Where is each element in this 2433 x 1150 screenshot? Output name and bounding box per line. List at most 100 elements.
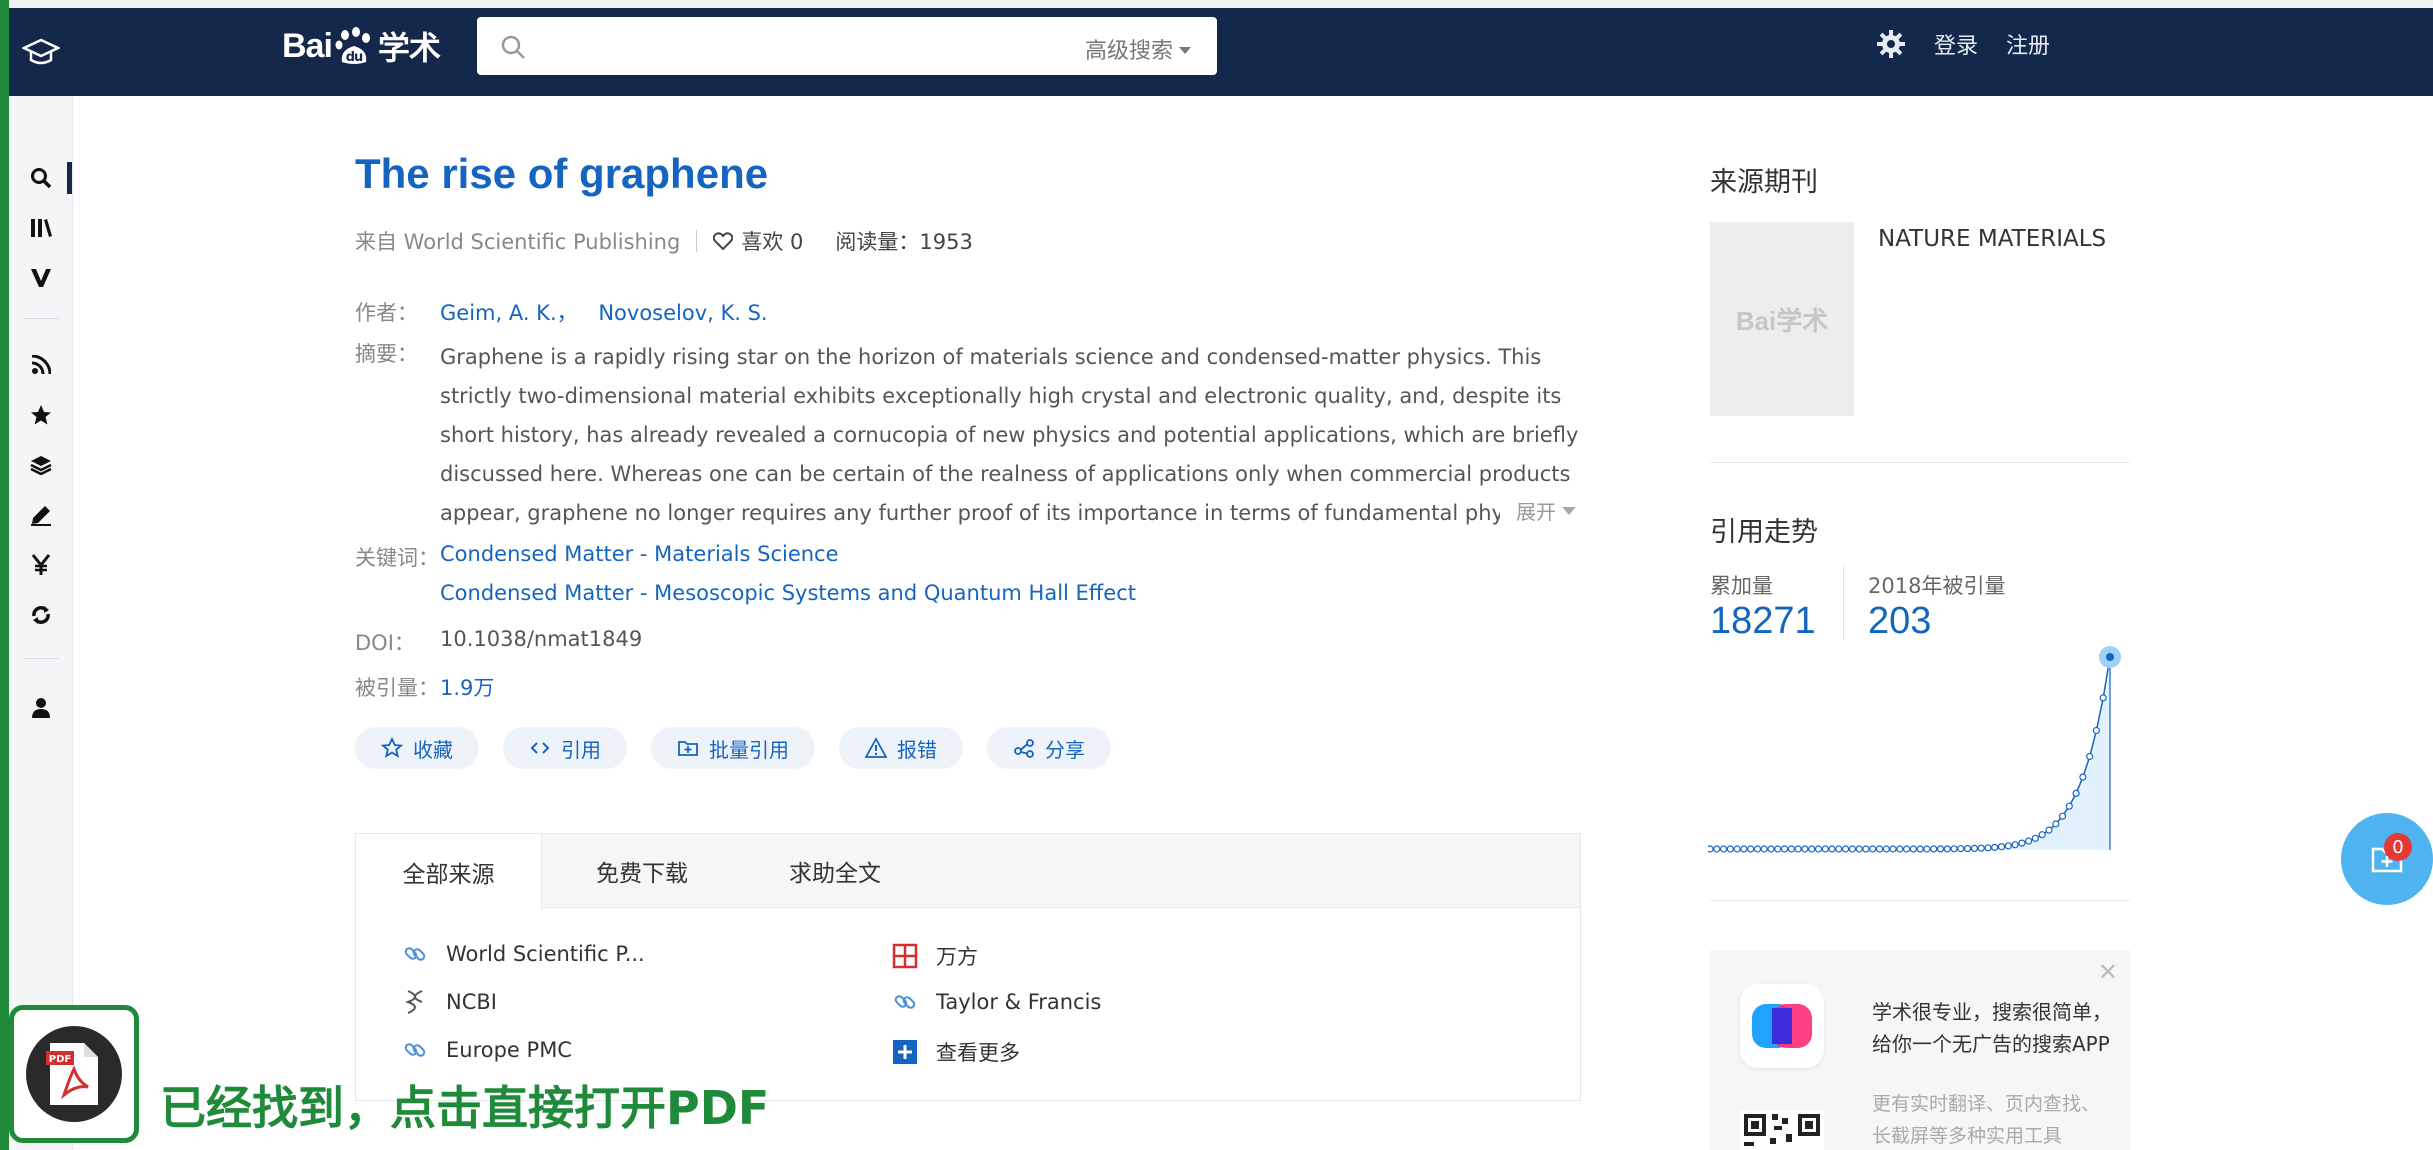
- gear-icon[interactable]: [1876, 29, 1906, 59]
- sources-tabs: 全部来源 免费下载 求助全文: [356, 834, 1580, 910]
- register-link[interactable]: 注册: [2006, 28, 2050, 60]
- advanced-search-label: 高级搜索: [1084, 39, 1173, 64]
- trend-point: [1862, 845, 1870, 853]
- trend-point: [2045, 826, 2053, 834]
- view-more-label: 查看更多: [936, 1041, 1020, 1065]
- svg-text:PDF: PDF: [49, 1054, 71, 1065]
- doi-value: 10.1038/nmat1849: [440, 627, 643, 651]
- search-input[interactable]: 高级搜索: [477, 17, 1217, 75]
- author-link[interactable]: Novoselov, K. S.: [598, 301, 767, 325]
- link-icon: [894, 995, 916, 1009]
- app-promo-card[interactable]: ✕ 学术很专业，搜索很简单， 给你一个无广告的搜索APP 更有实时翻译、页内查找…: [1710, 950, 2130, 1150]
- v-icon[interactable]: [9, 258, 73, 298]
- source-link-world-scientific[interactable]: World Scientific P...: [402, 941, 645, 967]
- year-cited-label: 2018年被引量: [1868, 574, 2006, 598]
- section-divider: [1710, 900, 2130, 901]
- trend-point: [1848, 845, 1856, 853]
- trend-point: [1991, 843, 1999, 851]
- cite-button[interactable]: 引用: [503, 727, 627, 769]
- trend-point: [2079, 773, 2087, 781]
- yuan-icon[interactable]: [9, 545, 73, 585]
- source-label: NCBI: [446, 990, 497, 1014]
- trend-point: [1964, 845, 1972, 853]
- expand-label: 展开: [1516, 500, 1556, 524]
- author-link[interactable]: Geim, A. K.，: [440, 301, 578, 325]
- trend-point: [2018, 839, 2026, 847]
- tab-free-download[interactable]: 免费下载: [542, 834, 742, 908]
- trend-point: [1713, 845, 1721, 853]
- pdf-icon: PDF: [46, 1043, 98, 1105]
- trend-point: [1882, 845, 1890, 853]
- user-icon[interactable]: [9, 688, 73, 728]
- trend-point: [1780, 845, 1789, 853]
- trend-point: [1916, 845, 1924, 853]
- cumulative-value: 18271: [1710, 600, 1816, 642]
- trend-point: [1977, 844, 1985, 852]
- share-button[interactable]: 分享: [987, 727, 1111, 769]
- left-rail: [9, 8, 73, 1150]
- tab-all-sources[interactable]: 全部来源: [356, 834, 542, 910]
- paper-title[interactable]: The rise of graphene: [355, 150, 768, 198]
- open-pdf-button[interactable]: PDF: [9, 1005, 139, 1143]
- login-link[interactable]: 登录: [1934, 28, 1978, 60]
- trend-point: [1957, 845, 1965, 853]
- star-icon[interactable]: [9, 395, 73, 435]
- trend-point: [1984, 844, 1992, 852]
- graduation-cap-icon: [22, 38, 60, 65]
- trend-point: [2004, 842, 2012, 850]
- journal-name-link[interactable]: NATURE MATERIALS: [1878, 226, 2106, 252]
- rss-icon[interactable]: [9, 345, 73, 385]
- rail-home-button[interactable]: [9, 8, 73, 96]
- trend-point: [1753, 845, 1762, 853]
- pdf-icon-badge: PDF: [26, 1026, 122, 1122]
- batch-cite-label: 批量引用: [709, 737, 789, 762]
- pencil-icon[interactable]: [9, 495, 73, 535]
- trend-point: [1950, 845, 1958, 853]
- cited-count-link[interactable]: 1.9万: [440, 672, 494, 702]
- favorite-button[interactable]: 收藏: [355, 727, 479, 769]
- search-icon[interactable]: [9, 158, 73, 198]
- chevron-down-icon: [1179, 46, 1191, 54]
- trend-point: [1869, 845, 1877, 853]
- promo-line-3: 更有实时翻译、页内查找、: [1872, 1093, 2101, 1115]
- batch-cite-float-button[interactable]: [2341, 813, 2433, 905]
- trend-point: [1821, 845, 1829, 853]
- source-link-taylor-francis[interactable]: Taylor & Francis: [892, 989, 1101, 1015]
- source-link-europe-pmc[interactable]: Europe PMC: [402, 1037, 572, 1063]
- expand-abstract-button[interactable]: 展开: [1500, 496, 1576, 525]
- advanced-search-dropdown[interactable]: 高级搜索: [1085, 33, 1191, 65]
- baidu-scholar-logo[interactable]: Bai du 学术: [282, 18, 441, 74]
- report-error-button[interactable]: 报错: [839, 727, 963, 769]
- journal-cover-image[interactable]: Bai学术: [1710, 222, 1854, 416]
- library-icon[interactable]: [9, 208, 73, 248]
- stat-divider: [1843, 566, 1844, 640]
- star-outline-icon: [381, 737, 403, 758]
- trend-point: [1930, 845, 1938, 853]
- cite-label: 引用: [561, 737, 601, 762]
- trend-point: [1923, 845, 1931, 853]
- qr-code-icon: [1740, 1110, 1824, 1150]
- trend-point: [1909, 845, 1917, 853]
- meta-divider: [696, 230, 698, 252]
- trend-point: [2058, 812, 2067, 820]
- keyword-link[interactable]: Condensed Matter - Mesoscopic Systems an…: [440, 581, 1136, 605]
- source-link-ncbi[interactable]: NCBI: [402, 989, 497, 1015]
- layers-icon[interactable]: [9, 445, 73, 485]
- tab-request-fulltext[interactable]: 求助全文: [742, 834, 928, 908]
- like-button[interactable]: 喜欢 0: [713, 226, 803, 256]
- trend-point: [1875, 845, 1884, 853]
- abstract-label: 摘要：: [355, 342, 418, 366]
- refresh-icon[interactable]: [9, 595, 73, 635]
- journal-heading: 来源期刊: [1710, 167, 1818, 198]
- close-icon[interactable]: ✕: [2098, 958, 2118, 986]
- promo-line-4: 长截屏等多种实用工具: [1872, 1125, 2063, 1147]
- batch-cite-button[interactable]: 批量引用: [651, 727, 815, 769]
- logo-text-left: Bai: [282, 26, 333, 65]
- reads-count: 阅读量：1953: [835, 230, 973, 254]
- pdf-found-message: 已经找到，点击直接打开PDF: [160, 1081, 770, 1135]
- source-link-wanfang[interactable]: 万方: [892, 941, 978, 971]
- view-more-sources-button[interactable]: 查看更多: [892, 1037, 1020, 1067]
- trend-point: [2065, 802, 2073, 810]
- citation-trend-chart[interactable]: [1708, 640, 2138, 860]
- keyword-link[interactable]: Condensed Matter - Materials Science: [440, 542, 839, 566]
